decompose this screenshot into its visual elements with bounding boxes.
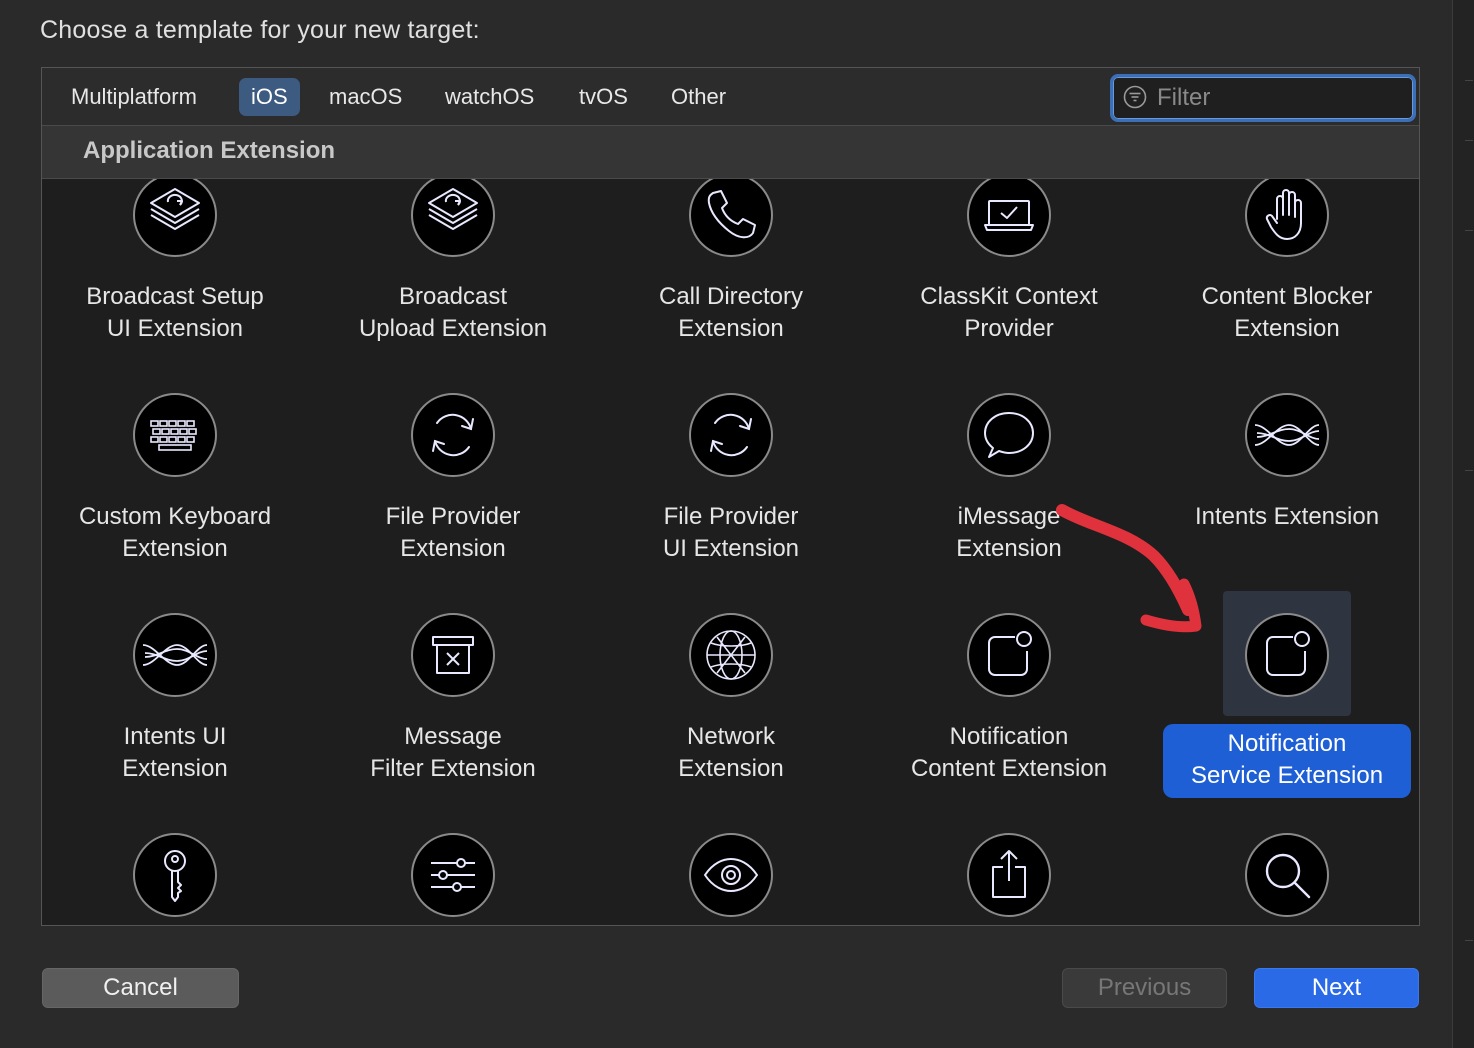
sliders-icon xyxy=(431,858,475,892)
template-notification-content[interactable]: Notification Content Extension xyxy=(874,611,1144,821)
template-label: ClassKit Context Provider xyxy=(920,283,1098,342)
template-label: Notification Content Extension xyxy=(910,723,1108,782)
section-title: Application Extension xyxy=(83,137,336,164)
template-label: Intents UI Extension xyxy=(122,723,228,782)
platform-tabbar: Multiplatform iOS macOS watchOS tvOS Oth… xyxy=(42,68,1419,126)
globe-icon xyxy=(706,630,756,680)
template-label: File Provider Extension xyxy=(385,503,521,562)
template-content-blocker[interactable]: Content Blocker Extension xyxy=(1152,179,1419,381)
waves-icon xyxy=(1254,424,1320,446)
notification-icon xyxy=(1266,631,1310,676)
template-intents-ui[interactable]: Intents UI Extension xyxy=(42,611,310,821)
template-label: Network Extension xyxy=(678,723,784,782)
template-label: Message Filter Extension xyxy=(370,723,536,782)
filter-field[interactable] xyxy=(1110,74,1416,122)
template-label: Content Blocker Extension xyxy=(1201,283,1373,342)
template-message-filter[interactable]: Message Filter Extension xyxy=(318,611,588,821)
cancel-button[interactable]: Cancel xyxy=(42,968,239,1008)
tab-multiplatform[interactable]: Multiplatform xyxy=(59,78,209,116)
tab-other[interactable]: Other xyxy=(659,78,738,116)
filter-input[interactable] xyxy=(1155,81,1399,115)
section-header: Application Extension xyxy=(42,126,1419,179)
tab-watchos[interactable]: watchOS xyxy=(433,78,546,116)
template-broadcast-setup-ui[interactable]: Broadcast Setup UI Extension xyxy=(42,179,310,381)
trash-box-icon xyxy=(432,636,474,674)
template-file-provider-ui[interactable]: File Provider UI Extension xyxy=(596,391,866,601)
template-broadcast-upload[interactable]: Broadcast Upload Extension xyxy=(318,179,588,381)
annotation-arrow xyxy=(1056,504,1202,633)
template-network[interactable]: Network Extension xyxy=(596,611,866,821)
template-classkit-context[interactable]: ClassKit Context Provider xyxy=(874,179,1144,381)
filter-icon xyxy=(1123,85,1147,109)
eye-icon xyxy=(703,857,759,893)
magnifier-icon xyxy=(1265,853,1311,899)
template-sliders[interactable] xyxy=(318,831,588,925)
tab-macos[interactable]: macOS xyxy=(317,78,414,116)
template-file-provider[interactable]: File Provider Extension xyxy=(318,391,588,601)
phone-icon xyxy=(707,190,756,239)
key-icon xyxy=(164,850,186,902)
broadcast-stack-icon xyxy=(150,188,200,230)
share-icon xyxy=(992,850,1026,898)
sync-arrows-icon xyxy=(710,413,752,457)
template-label: Notification Service Extension xyxy=(1163,724,1411,798)
keyboard-icon xyxy=(150,420,197,451)
template-label: Broadcast Setup UI Extension xyxy=(86,283,264,342)
template-label: Custom Keyboard Extension xyxy=(78,503,272,562)
next-button[interactable]: Next xyxy=(1254,968,1419,1008)
sync-arrows-icon xyxy=(432,413,474,457)
template-eye[interactable] xyxy=(596,831,866,925)
template-label: File Provider UI Extension xyxy=(662,503,800,562)
previous-button[interactable]: Previous xyxy=(1062,968,1227,1008)
template-share[interactable] xyxy=(874,831,1144,925)
hand-icon xyxy=(1265,189,1302,240)
tab-ios[interactable]: iOS xyxy=(239,78,300,116)
adjacent-window-edge xyxy=(1452,0,1474,1048)
template-key[interactable] xyxy=(42,831,310,925)
template-call-directory[interactable]: Call Directory Extension xyxy=(596,179,866,381)
waves-icon xyxy=(142,644,208,666)
template-grid: Broadcast Setup UI Extension Broadcast U… xyxy=(42,179,1419,925)
template-label: Broadcast Upload Extension xyxy=(358,283,548,342)
template-search[interactable] xyxy=(1152,831,1419,925)
template-label: Call Directory Extension xyxy=(658,283,804,342)
template-notification-service[interactable]: Notification Service Extension xyxy=(1163,591,1419,821)
classkit-icon xyxy=(984,200,1034,231)
broadcast-stack-icon xyxy=(428,188,478,230)
template-custom-keyboard[interactable]: Custom Keyboard Extension xyxy=(42,391,310,601)
speech-bubble-icon xyxy=(984,412,1034,458)
template-browser: Multiplatform iOS macOS watchOS tvOS Oth… xyxy=(41,67,1420,926)
tab-tvos[interactable]: tvOS xyxy=(567,78,640,116)
dialog-prompt: Choose a template for your new target: xyxy=(40,16,480,44)
notification-icon xyxy=(988,631,1032,676)
